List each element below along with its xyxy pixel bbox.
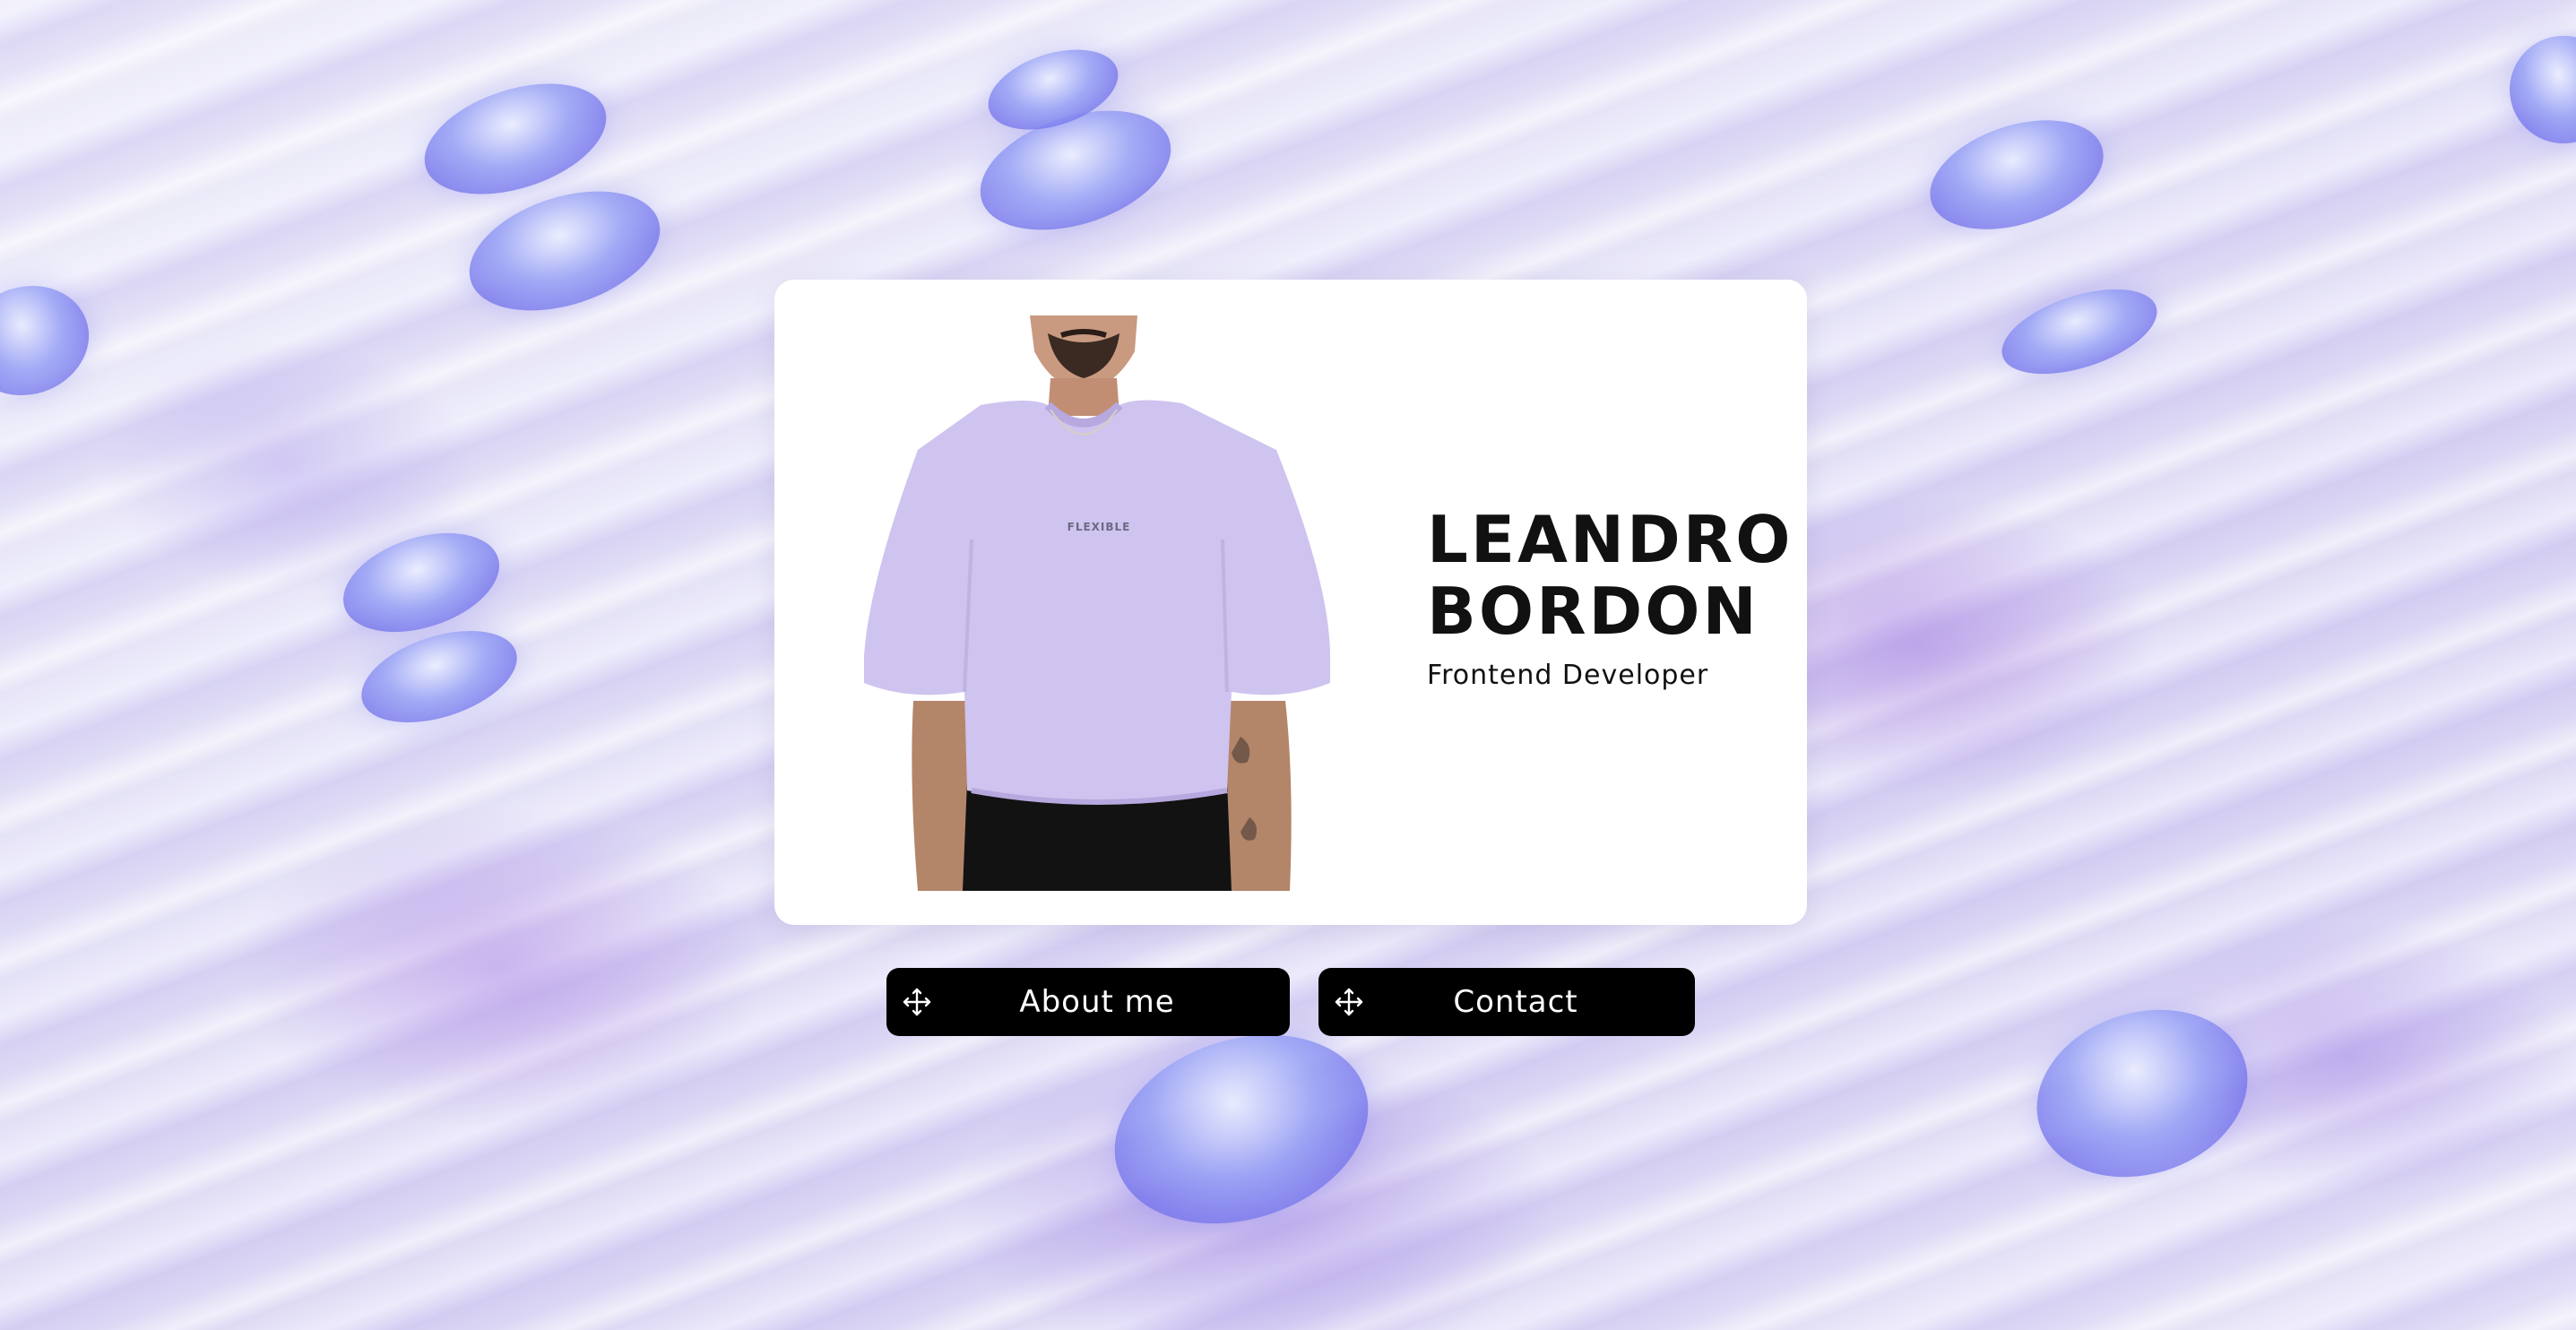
contact-button[interactable]: Contact [1318, 968, 1695, 1036]
background-orb [1915, 99, 2118, 250]
move-arrows-icon [1335, 988, 1363, 1016]
last-name: BORDON [1427, 574, 1759, 649]
background-orb [0, 270, 104, 411]
background-orb [1090, 1004, 1393, 1255]
profile-card: FLEXIBLE LEANDRO BORDON Frontend Develop… [774, 280, 1807, 925]
shirt-print-text: FLEXIBLE [1068, 521, 1131, 533]
page-title: LEANDRO BORDON [1427, 504, 1790, 649]
about-me-button[interactable]: About me [886, 968, 1290, 1036]
contact-label: Contact [1453, 984, 1578, 1020]
background-orb [1992, 272, 2167, 391]
background-orb [2495, 22, 2576, 158]
move-arrows-icon [903, 988, 931, 1016]
portrait-image: FLEXIBLE [864, 315, 1330, 891]
background-orb [2015, 983, 2269, 1204]
job-title: Frontend Developer [1427, 660, 1709, 691]
about-me-label: About me [1019, 984, 1175, 1020]
background-orb [330, 514, 513, 651]
first-name: LEANDRO [1427, 502, 1794, 577]
background-orb [350, 613, 529, 740]
name-block: LEANDRO BORDON Frontend Developer [1427, 504, 1790, 691]
